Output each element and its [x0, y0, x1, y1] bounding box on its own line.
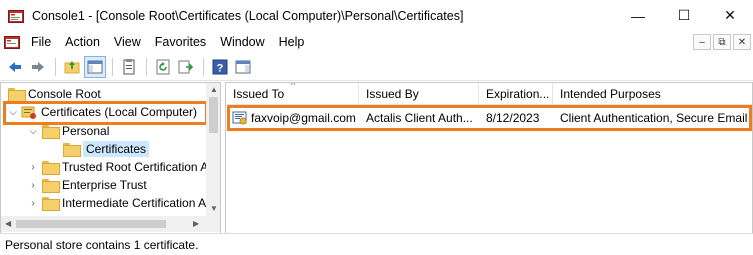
menu-view[interactable]: View	[107, 35, 148, 49]
toolbar-separator	[146, 57, 147, 76]
show-hide-tree-icon[interactable]	[84, 55, 106, 78]
toolbar: ?	[0, 53, 753, 81]
menu-help[interactable]: Help	[272, 35, 312, 49]
scroll-left-icon[interactable]: ◀	[5, 219, 11, 228]
toolbar-separator	[203, 57, 204, 76]
menu-file[interactable]: File	[24, 35, 58, 49]
column-header-label: Issued To	[233, 87, 285, 101]
menu-favorites[interactable]: Favorites	[148, 35, 213, 49]
folder-icon	[63, 143, 81, 157]
tree-item-label: Certificates	[83, 141, 150, 157]
tree-item-intermediate[interactable]: › Intermediate Certification A	[27, 194, 206, 212]
highlight-box-tree	[3, 101, 208, 125]
column-header-intended-purposes[interactable]: Intended Purposes	[553, 83, 752, 105]
folder-icon	[42, 161, 60, 175]
results-list[interactable]: ^ Issued To Issued By Expiration... Inte…	[225, 82, 753, 255]
refresh-icon[interactable]	[152, 56, 174, 78]
folder-icon	[8, 88, 26, 102]
maximize-button[interactable]: ☐	[661, 0, 707, 31]
scroll-down-icon[interactable]: ▼	[210, 204, 218, 213]
folder-icon	[42, 197, 60, 211]
scroll-up-icon[interactable]: ▲	[210, 85, 218, 94]
svg-text:?: ?	[217, 62, 224, 74]
close-button[interactable]: ✕	[707, 0, 753, 31]
list-header: ^ Issued To Issued By Expiration... Inte…	[226, 83, 752, 105]
console-system-menu-icon[interactable]	[4, 34, 20, 50]
scroll-thumb[interactable]	[16, 220, 166, 228]
back-arrow-icon[interactable]	[4, 56, 26, 78]
tree-item-label: Console Root	[28, 87, 101, 101]
sort-ascending-icon: ^	[291, 83, 296, 90]
title-bar: Console1 - [Console Root\Certificates (L…	[0, 0, 753, 31]
help-icon[interactable]: ?	[209, 56, 231, 78]
tree-item-label: Trusted Root Certification A	[62, 160, 209, 174]
chevron-right-icon[interactable]: ›	[27, 162, 39, 173]
toolbar-separator	[55, 57, 56, 76]
tree-item-trusted-root[interactable]: › Trusted Root Certification A	[27, 158, 208, 176]
menu-action[interactable]: Action	[58, 35, 107, 49]
properties-icon[interactable]	[118, 56, 140, 78]
menu-bar: File Action View Favorites Window Help –…	[0, 31, 753, 53]
column-header-expiration[interactable]: Expiration...	[479, 83, 553, 105]
tree-vertical-scrollbar[interactable]: ▲ ▼	[206, 83, 220, 216]
highlight-box-row	[227, 105, 752, 131]
scroll-right-icon[interactable]: ▶	[193, 219, 199, 228]
tree-item-label: Enterprise Trust	[62, 178, 147, 192]
status-bar: Personal store contains 1 certificate.	[0, 233, 753, 255]
status-text: Personal store contains 1 certificate.	[5, 237, 199, 252]
chevron-right-icon[interactable]: ›	[27, 198, 39, 209]
export-list-icon[interactable]	[175, 56, 197, 78]
forward-arrow-icon[interactable]	[27, 56, 49, 78]
minimize-button[interactable]: —	[615, 0, 661, 31]
tree-item-label: Personal	[62, 124, 110, 138]
folder-icon	[42, 179, 60, 193]
mmc-app-icon	[8, 9, 24, 23]
chevron-down-icon[interactable]: ⌵	[27, 126, 39, 137]
menu-window[interactable]: Window	[213, 35, 271, 49]
show-action-pane-icon[interactable]	[232, 56, 254, 78]
chevron-right-icon[interactable]: ›	[27, 180, 39, 191]
column-header-issued-to[interactable]: ^ Issued To	[226, 83, 359, 105]
column-header-issued-by[interactable]: Issued By	[359, 83, 479, 105]
up-folder-icon[interactable]	[61, 56, 83, 78]
column-header-label: Intended Purposes	[560, 87, 661, 101]
toolbar-separator	[112, 57, 113, 76]
console-tree[interactable]: Console Root ⌵ Certificates (Local Compu…	[0, 82, 221, 255]
tree-item-label: Intermediate Certification A	[62, 196, 207, 210]
column-header-label: Expiration...	[486, 87, 550, 101]
column-header-label: Issued By	[366, 87, 419, 101]
tree-item-personal-certificates[interactable]: Certificates	[60, 140, 150, 158]
folder-open-icon	[42, 125, 60, 139]
child-minimize-button[interactable]: –	[693, 34, 711, 50]
tree-horizontal-scrollbar[interactable]: ◀ ▶	[1, 216, 220, 232]
tree-item-enterprise-trust[interactable]: › Enterprise Trust	[27, 176, 147, 194]
window-title: Console1 - [Console Root\Certificates (L…	[32, 8, 464, 23]
child-restore-button[interactable]: ⧉	[713, 34, 731, 50]
scroll-thumb[interactable]	[209, 97, 218, 133]
child-close-button[interactable]: ✕	[733, 34, 751, 50]
